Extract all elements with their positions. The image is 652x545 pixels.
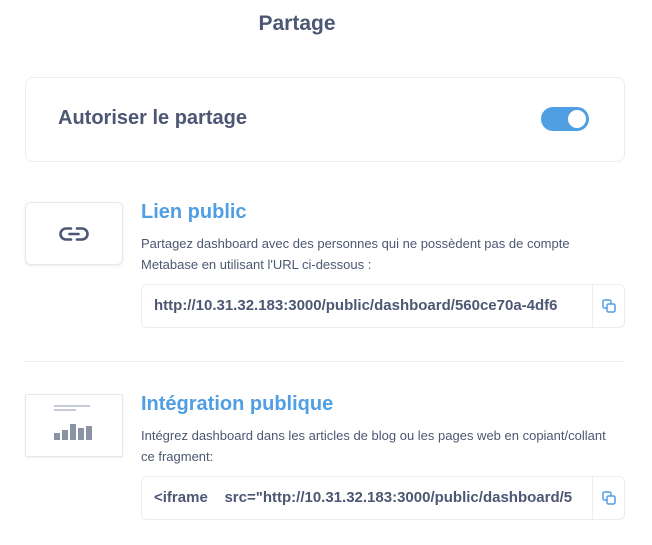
sharing-toggle-card: Autoriser le partage	[25, 77, 625, 162]
embed-thumbnail	[25, 394, 123, 457]
copy-link-button[interactable]	[592, 285, 624, 327]
link-thumbnail	[25, 202, 123, 265]
sharing-panel: Partage Autoriser le partage Lien public…	[0, 0, 652, 545]
toggle-knob	[568, 110, 586, 128]
page-title: Partage	[258, 12, 336, 35]
copy-icon	[601, 299, 616, 313]
copy-embed-button[interactable]	[592, 477, 624, 519]
public-embed-title: Intégration publique	[141, 393, 334, 415]
public-embed-description: Intégrez dashboard dans les articles de …	[141, 428, 606, 464]
public-embed-code[interactable]: <iframe src="http://10.31.32.183:3000/pu…	[154, 489, 584, 509]
public-embed-code-field[interactable]: <iframe src="http://10.31.32.183:3000/pu…	[141, 476, 625, 520]
public-link-url-field[interactable]: http://10.31.32.183:3000/public/dashboar…	[141, 284, 625, 328]
embed-preview-icon	[54, 405, 92, 440]
public-link-url[interactable]: http://10.31.32.183:3000/public/dashboar…	[154, 297, 584, 317]
sharing-toggle-label: Autoriser le partage	[58, 107, 247, 129]
public-link-description: Partagez dashboard avec des personnes qu…	[141, 236, 570, 272]
copy-icon	[601, 491, 616, 505]
link-icon	[59, 227, 89, 241]
sharing-toggle[interactable]	[541, 107, 589, 131]
public-link-title: Lien public	[141, 201, 247, 223]
section-divider	[25, 361, 625, 362]
